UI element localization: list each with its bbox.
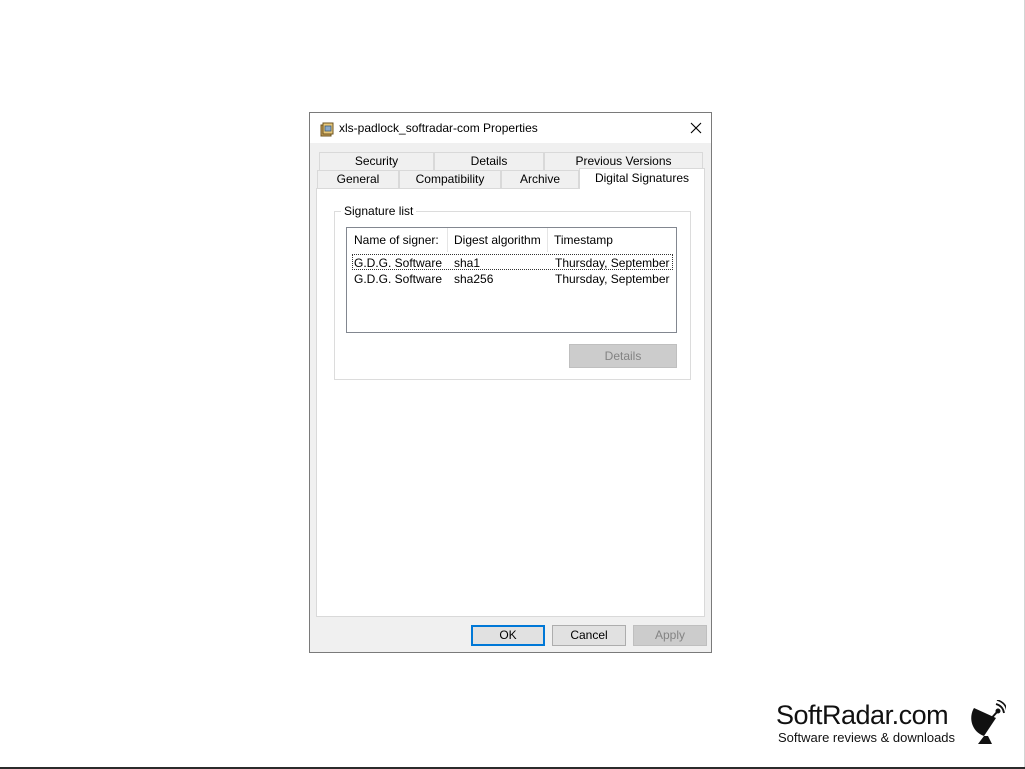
properties-dialog: xls-padlock_softradar-com Properties Sec… bbox=[309, 112, 712, 653]
timestamp-cell: Thursday, September ... bbox=[555, 272, 673, 286]
apply-button: Apply bbox=[633, 625, 707, 646]
cancel-button[interactable]: Cancel bbox=[552, 625, 626, 646]
digest-cell: sha256 bbox=[454, 272, 494, 286]
close-button[interactable] bbox=[681, 113, 711, 143]
signature-list-group: Signature list Name of signer: Digest al… bbox=[334, 204, 691, 380]
radar-dish-icon bbox=[971, 700, 1006, 744]
signature-row[interactable]: G.D.G. Software ... sha1 Thursday, Septe… bbox=[352, 254, 673, 270]
column-header-digest[interactable]: Digest algorithm bbox=[447, 228, 547, 252]
file-package-icon bbox=[319, 121, 335, 137]
tab-security[interactable]: Security bbox=[319, 152, 434, 170]
signature-row[interactable]: G.D.G. Software ... sha256 Thursday, Sep… bbox=[352, 271, 673, 287]
signature-details-button: Details bbox=[569, 344, 677, 368]
tab-digital-signatures[interactable]: Digital Signatures bbox=[579, 168, 705, 189]
column-header-signer[interactable]: Name of signer: bbox=[347, 228, 447, 252]
tab-details[interactable]: Details bbox=[434, 152, 544, 170]
close-icon bbox=[690, 122, 702, 134]
title-bar[interactable]: xls-padlock_softradar-com Properties bbox=[310, 113, 711, 143]
digital-signatures-panel: Signature list Name of signer: Digest al… bbox=[316, 188, 705, 617]
tab-compatibility[interactable]: Compatibility bbox=[399, 170, 501, 188]
signer-cell: G.D.G. Software ... bbox=[354, 272, 446, 286]
brand-name: SoftRadar.com bbox=[776, 700, 949, 730]
signer-cell: G.D.G. Software ... bbox=[354, 256, 446, 270]
column-header-timestamp[interactable]: Timestamp bbox=[547, 228, 676, 252]
brand-tagline: Software reviews & downloads bbox=[778, 730, 956, 745]
timestamp-cell: Thursday, September ... bbox=[555, 256, 673, 270]
tab-general[interactable]: General bbox=[317, 170, 399, 188]
digest-cell: sha1 bbox=[454, 256, 481, 270]
listview-header: Name of signer: Digest algorithm Timesta… bbox=[347, 228, 676, 252]
ok-button[interactable]: OK bbox=[471, 625, 545, 646]
window-title: xls-padlock_softradar-com Properties bbox=[339, 121, 538, 135]
signature-listview[interactable]: Name of signer: Digest algorithm Timesta… bbox=[346, 227, 677, 333]
screen: xls-padlock_softradar-com Properties Sec… bbox=[0, 0, 1025, 769]
signature-list-label: Signature list bbox=[341, 204, 417, 218]
softradar-watermark: SoftRadar.com Software reviews & downloa… bbox=[776, 700, 1016, 750]
tab-archive[interactable]: Archive bbox=[501, 170, 579, 188]
